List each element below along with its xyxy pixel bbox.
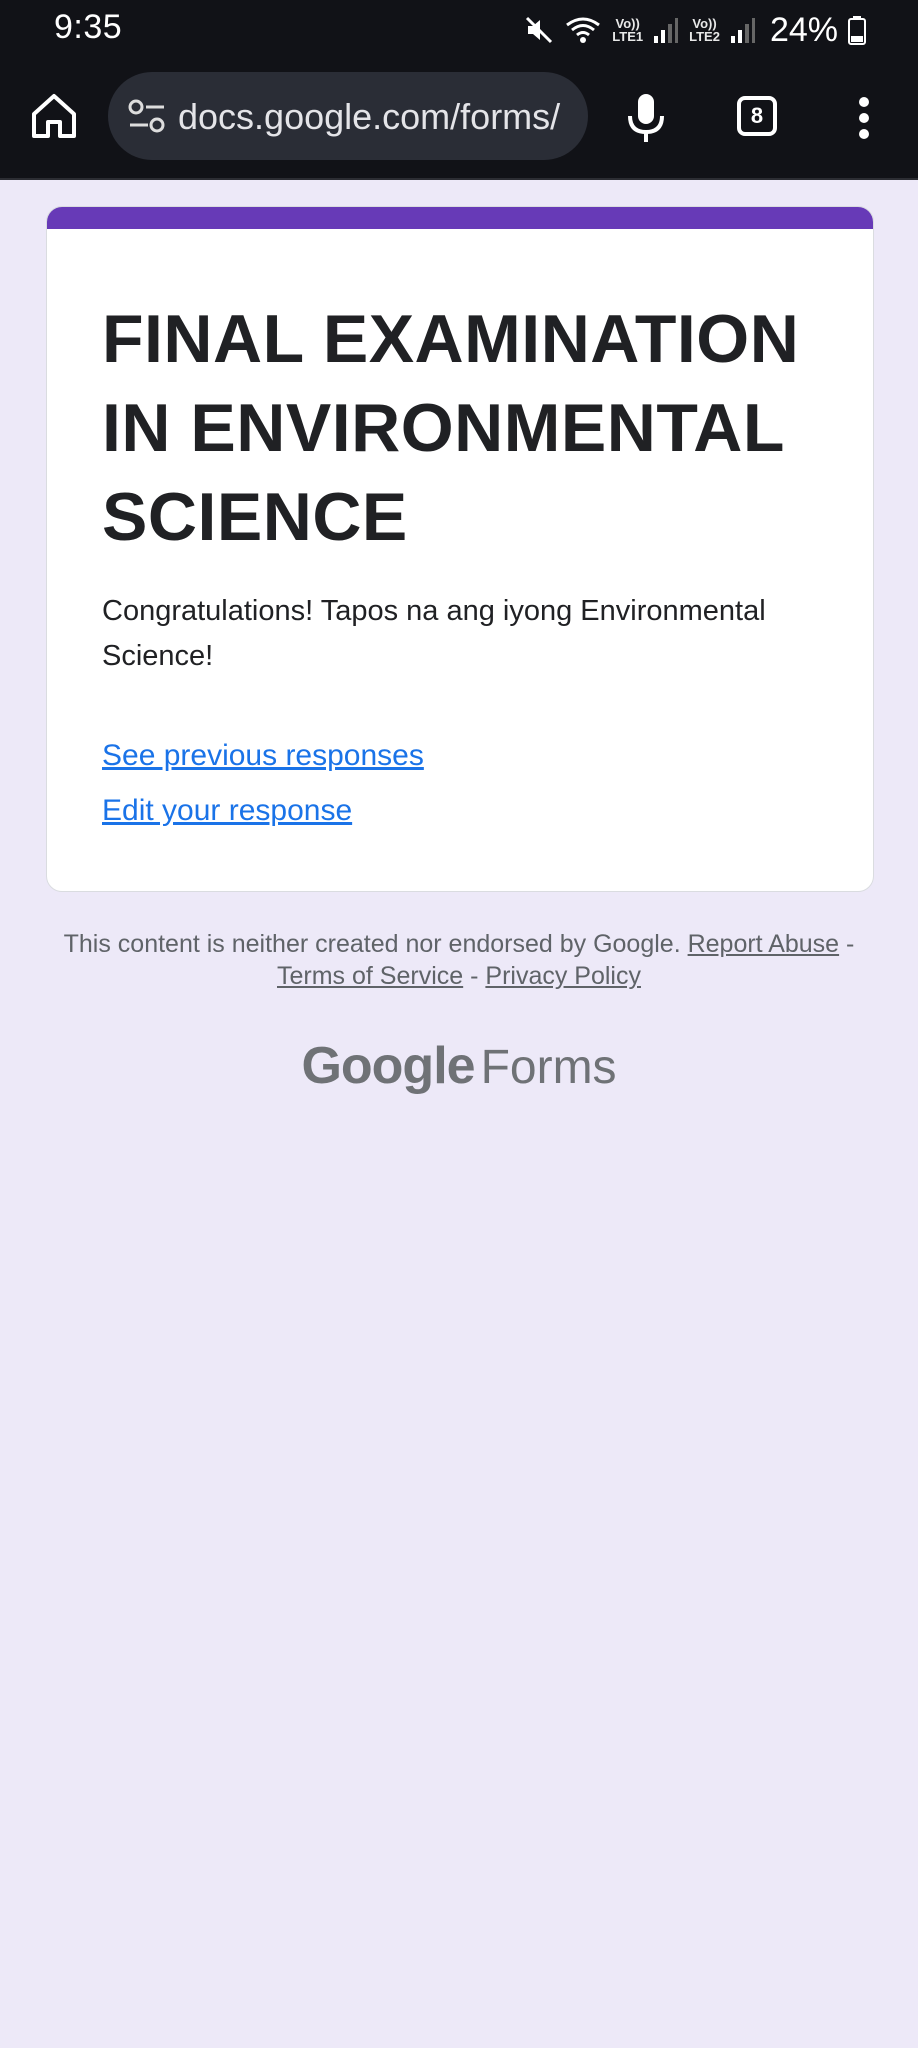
mic-icon[interactable] [624, 90, 668, 146]
address-bar[interactable]: docs.google.com/forms/ [108, 72, 588, 160]
card-accent-bar [47, 207, 873, 229]
terms-of-service-link[interactable]: Terms of Service [277, 962, 463, 990]
status-icons: Vo)) LTE1 Vo)) LTE2 24% [524, 10, 866, 50]
battery-icon [848, 16, 866, 45]
edit-response-link[interactable]: Edit your response [102, 794, 352, 828]
signal-icon [730, 18, 755, 43]
tab-count: 8 [750, 103, 764, 128]
footer-separator: - [463, 962, 486, 990]
url-text[interactable]: docs.google.com/forms/ [178, 96, 560, 138]
tab-switcher-button[interactable]: 8 [737, 96, 777, 136]
form-title: FINAL EXAMINATION IN ENVIRONMENTAL SCIEN… [102, 301, 800, 555]
tune-icon[interactable] [126, 98, 168, 134]
form-card: FINAL EXAMINATION IN ENVIRONMENTAL SCIEN… [46, 206, 874, 892]
mute-icon [526, 16, 553, 44]
network-1-label: Vo)) LTE1 [612, 17, 643, 43]
report-abuse-link[interactable]: Report Abuse [688, 930, 840, 958]
footer-disclaimer: This content is neither created nor endo… [60, 928, 858, 992]
status-bar: 9:35 Vo)) LTE1 Vo)) LTE2 24% [0, 0, 918, 60]
disclaimer-text: This content is neither created nor endo… [63, 930, 681, 958]
network-2-type: LTE2 [689, 29, 720, 44]
browser-toolbar: docs.google.com/forms/ 8 [0, 60, 918, 180]
signal-icon [654, 18, 679, 43]
brand-forms: Forms [480, 1041, 617, 1094]
confirmation-message: Congratulations! Tapos na ang iyong Envi… [102, 595, 766, 672]
wifi-icon [566, 17, 601, 43]
battery-percent: 24% [769, 10, 838, 49]
google-forms-logo[interactable]: Google Forms [0, 1036, 918, 1096]
see-previous-responses-link[interactable]: See previous responses [102, 739, 424, 773]
more-vert-icon[interactable] [854, 94, 874, 142]
network-2-label: Vo)) LTE2 [689, 17, 720, 43]
home-icon[interactable] [28, 90, 80, 142]
status-time: 9:35 [54, 8, 123, 46]
brand-google: Google [301, 1037, 475, 1095]
privacy-policy-link[interactable]: Privacy Policy [485, 962, 641, 990]
footer-separator: - [839, 930, 855, 958]
network-1-type: LTE1 [612, 29, 644, 44]
